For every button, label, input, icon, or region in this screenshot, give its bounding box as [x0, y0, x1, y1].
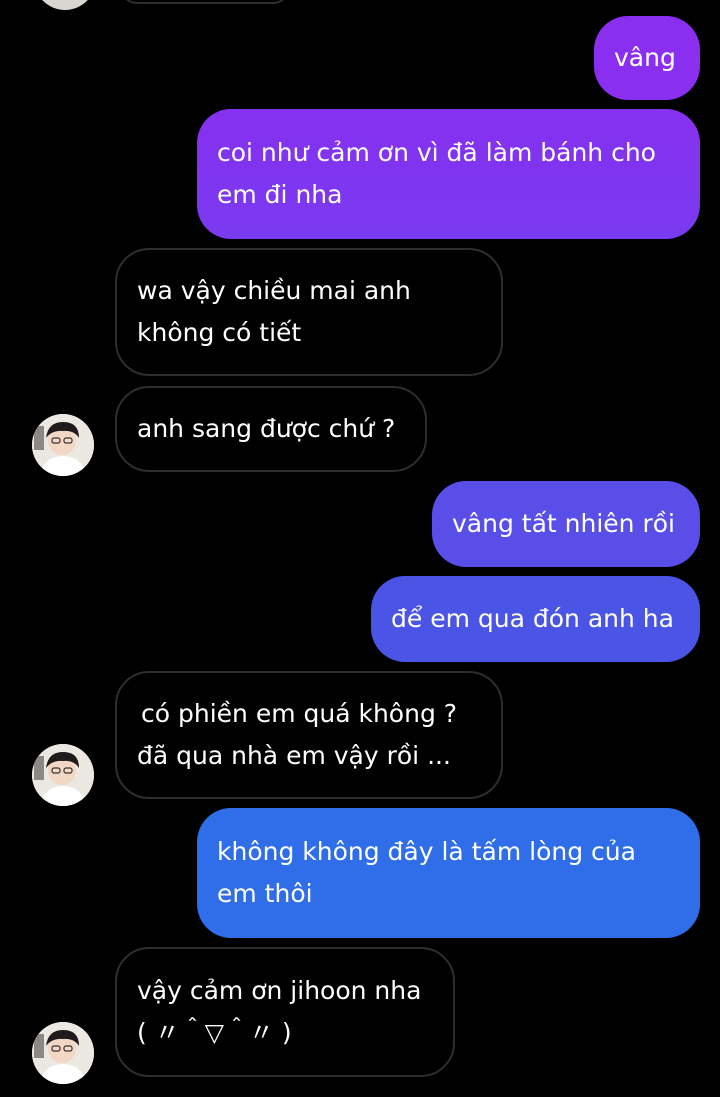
avatar-image — [32, 414, 94, 476]
outgoing-message-bubble[interactable]: coi như cảm ơn vì đã làm bánh cho em đi … — [197, 109, 700, 239]
message-text: vâng — [614, 43, 676, 72]
message-text: không không đây là tấm lòng của — [217, 837, 636, 866]
message-text: không có tiết — [137, 318, 302, 347]
outgoing-message-bubble[interactable]: để em qua đón anh ha — [371, 576, 700, 662]
user-avatar[interactable] — [32, 1022, 94, 1084]
message-text: wa vậy chiều mai anh — [137, 276, 411, 305]
incoming-message-bubble[interactable]: có phiền em quá không ? đã qua nhà em vậ… — [115, 671, 503, 799]
message-text: anh sang được chứ ? — [137, 414, 396, 443]
outgoing-message-bubble[interactable]: vâng — [594, 16, 700, 100]
outgoing-message-bubble[interactable]: vâng tất nhiên rồi — [432, 481, 700, 567]
outgoing-message-bubble[interactable]: không không đây là tấm lòng của em thôi — [197, 808, 700, 938]
message-text: đã qua nhà em vậy rồi ... — [137, 741, 451, 770]
message-text: coi như cảm ơn vì đã làm bánh cho — [217, 138, 656, 167]
incoming-message-bubble[interactable]: vậy cảm ơn jihoon nha ( 〃＾▽＾〃 ) — [115, 947, 455, 1077]
avatar-partial — [34, 0, 96, 10]
avatar-image — [32, 1022, 94, 1084]
incoming-message-bubble[interactable]: wa vậy chiều mai anh không có tiết — [115, 248, 503, 376]
message-text: vậy cảm ơn jihoon nha — [137, 976, 422, 1005]
user-avatar[interactable] — [32, 744, 94, 806]
message-text: để em qua đón anh ha — [391, 604, 674, 633]
incoming-message-bubble[interactable]: anh sang được chứ ? — [115, 386, 427, 472]
message-text: có phiền em quá không ? — [141, 699, 458, 728]
message-text: em thôi — [217, 879, 313, 908]
avatar-image — [32, 744, 94, 806]
message-text: ( 〃＾▽＾〃 ) — [137, 1018, 292, 1047]
message-text: vâng tất nhiên rồi — [452, 509, 675, 538]
user-avatar[interactable] — [32, 414, 94, 476]
message-text: em đi nha — [217, 180, 343, 209]
message-bubble-partial — [120, 0, 290, 4]
